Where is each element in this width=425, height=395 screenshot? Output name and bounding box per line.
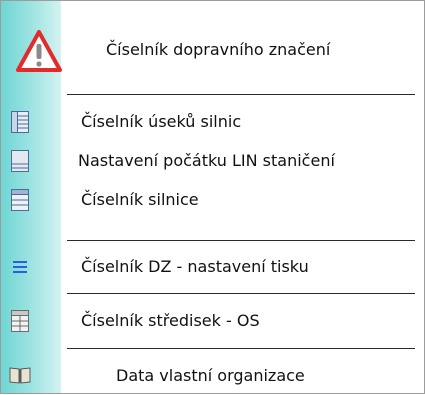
roads-icon	[11, 189, 29, 211]
menu-item-label: Číselník středisek - OS	[81, 311, 260, 330]
menu-item-label: Nastavení počátku LIN staničení	[78, 151, 335, 170]
menu-item-roads[interactable]: Číselník silnice	[1, 180, 424, 220]
lin-origin-icon	[11, 150, 29, 172]
table-icon	[11, 310, 29, 332]
menu-item-own-organization-data[interactable]: Data vlastní organizace	[1, 355, 424, 395]
menu-item-label: Číselník DZ - nastavení tisku	[81, 257, 309, 276]
menu-separator	[67, 94, 415, 95]
menu-item-dz-print-settings[interactable]: Číselník DZ - nastavení tisku	[1, 247, 424, 287]
menu-separator	[67, 293, 415, 294]
menu-item-lin-origin[interactable]: Nastavení počátku LIN staničení	[1, 141, 424, 181]
menu-item-label: Číselník dopravního značení	[106, 40, 331, 59]
menu-separator	[67, 348, 415, 349]
menu-item-label: Číselník silnice	[81, 190, 199, 209]
menu-separator	[67, 240, 415, 241]
menu-item-label: Číselník úseků silnic	[81, 112, 242, 131]
menu-item-centers[interactable]: Číselník středisek - OS	[1, 301, 424, 341]
menu-item-label: Data vlastní organizace	[116, 366, 305, 385]
list-lines-icon	[13, 261, 27, 273]
road-sections-icon	[11, 111, 29, 133]
menu-item-traffic-signs[interactable]: Číselník dopravního značení	[1, 29, 424, 81]
book-icon	[9, 367, 31, 384]
context-menu: Číselník dopravního značení Číselník úse…	[0, 0, 425, 394]
warning-triangle-icon	[16, 30, 62, 72]
menu-item-road-sections[interactable]: Číselník úseků silnic	[1, 102, 424, 142]
